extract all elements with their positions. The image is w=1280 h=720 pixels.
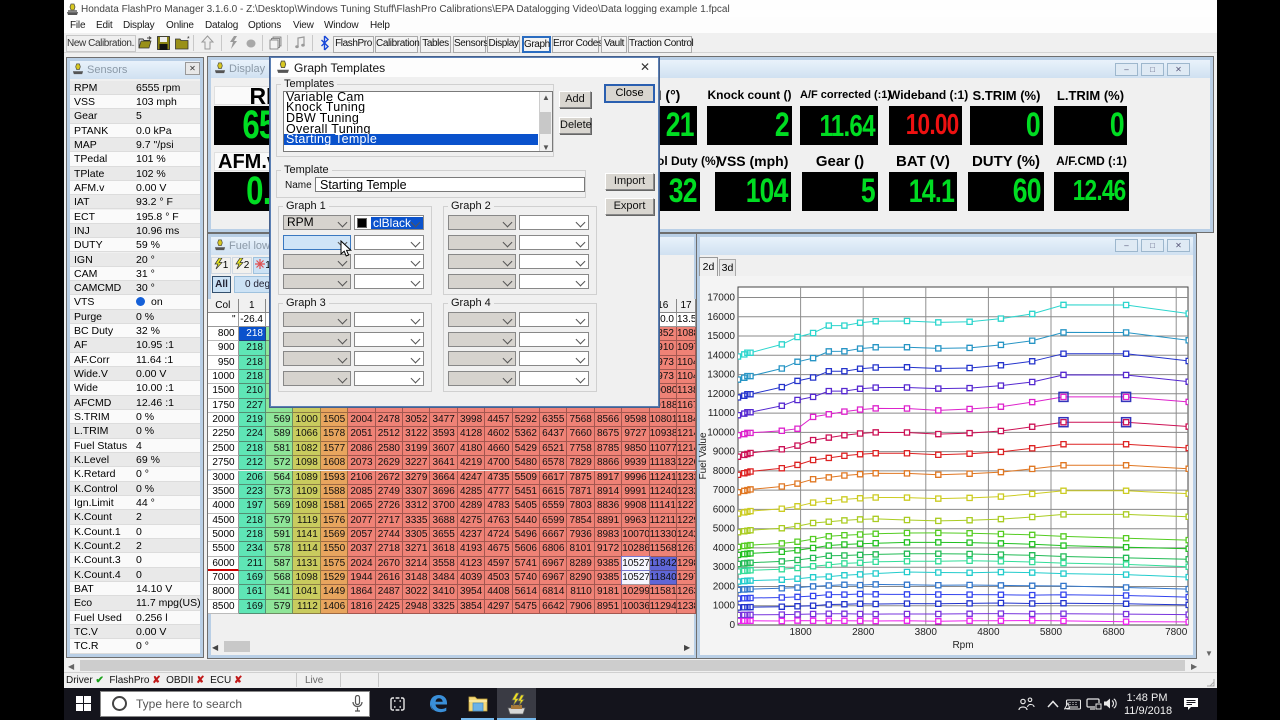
- svg-text:2800: 2800: [852, 627, 875, 638]
- svg-text:7000: 7000: [713, 485, 736, 496]
- svg-text:1800: 1800: [789, 627, 812, 638]
- svg-text:5800: 5800: [1040, 627, 1063, 638]
- svg-text:14000: 14000: [707, 350, 735, 361]
- svg-text:6000: 6000: [713, 504, 736, 515]
- svg-text:8000: 8000: [713, 466, 736, 477]
- svg-text:4800: 4800: [977, 627, 1000, 638]
- svg-text:3000: 3000: [713, 562, 736, 573]
- svg-text:6800: 6800: [1102, 627, 1125, 638]
- svg-text:Rpm: Rpm: [952, 640, 973, 651]
- svg-text:16000: 16000: [707, 312, 735, 323]
- svg-text:11000: 11000: [708, 408, 736, 419]
- svg-text:4000: 4000: [713, 543, 736, 554]
- svg-text:5000: 5000: [713, 524, 736, 535]
- svg-text:10000: 10000: [707, 427, 735, 438]
- svg-text:7800: 7800: [1165, 627, 1188, 638]
- svg-text:*: *: [187, 36, 190, 43]
- svg-text:1000: 1000: [713, 601, 736, 612]
- svg-text:0: 0: [729, 620, 735, 631]
- svg-text:Fuel Value: Fuel Value: [698, 432, 709, 480]
- svg-text:13000: 13000: [707, 370, 735, 381]
- svg-text:2000: 2000: [713, 582, 736, 593]
- svg-text:12000: 12000: [707, 389, 735, 400]
- svg-text:17000: 17000: [707, 293, 735, 304]
- svg-text:3800: 3800: [915, 627, 938, 638]
- svg-text:9000: 9000: [713, 447, 736, 458]
- svg-text:15000: 15000: [707, 331, 735, 342]
